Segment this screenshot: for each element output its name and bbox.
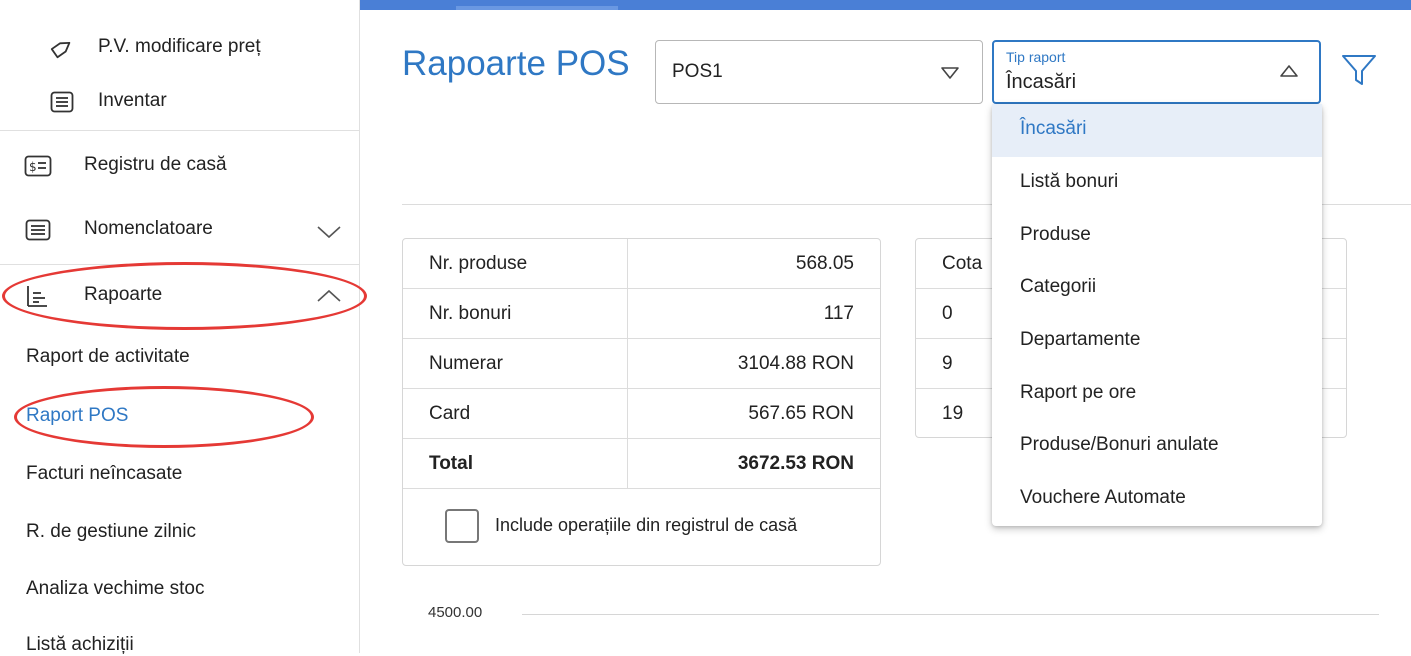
sidebar-subitem-gestiune-zilnic[interactable]: R. de gestiune zilnic bbox=[26, 521, 196, 543]
dropdown-option-vouchere-automate[interactable]: Vouchere Automate bbox=[992, 473, 1322, 526]
summary-label: Nr. produse bbox=[429, 253, 528, 274]
vat-rate: 19 bbox=[942, 403, 964, 424]
summary-label: Numerar bbox=[429, 353, 503, 374]
include-register-label: Include operațiile din registrul de casă bbox=[495, 515, 798, 535]
option-label: Departamente bbox=[1020, 329, 1141, 350]
report-type-value: Încasări bbox=[1006, 71, 1077, 93]
summary-card: Nr. produse 568.05 Nr. bonuri 117 Numera… bbox=[402, 238, 881, 566]
report-icon bbox=[24, 284, 50, 308]
sidebar-item-label: Registru de casă bbox=[84, 154, 227, 175]
include-register-checkbox[interactable] bbox=[445, 509, 479, 543]
option-label: Produse bbox=[1020, 224, 1091, 245]
list-icon bbox=[50, 90, 74, 114]
chevron-down-icon bbox=[940, 66, 960, 85]
option-label: Raport pe ore bbox=[1020, 382, 1137, 403]
summary-row: Nr. bonuri 117 bbox=[403, 289, 880, 339]
sidebar-divider bbox=[0, 130, 360, 131]
option-label: Listă bonuri bbox=[1020, 171, 1119, 192]
option-label: Categorii bbox=[1020, 276, 1097, 297]
cell-divider bbox=[627, 339, 628, 388]
top-app-bar bbox=[360, 0, 1411, 10]
sidebar-item-inventar[interactable]: Inventar bbox=[0, 82, 360, 122]
report-type-label: Tip raport bbox=[1006, 49, 1066, 65]
summary-value: 3104.88 RON bbox=[737, 353, 854, 374]
chevron-down-icon[interactable] bbox=[316, 224, 342, 240]
summary-value: 117 bbox=[823, 303, 854, 324]
summary-row: Numerar 3104.88 RON bbox=[403, 339, 880, 389]
sidebar-item-rapoarte[interactable]: Rapoarte bbox=[0, 276, 360, 316]
page-title: Rapoarte POS bbox=[402, 44, 630, 83]
chart-y-tick-label: 4500.00 bbox=[428, 604, 483, 621]
summary-label: Nr. bonuri bbox=[429, 303, 512, 324]
option-label: Produse/Bonuri anulate bbox=[1020, 434, 1219, 455]
summary-label: Card bbox=[429, 403, 471, 424]
sidebar-item-registru-de-casa[interactable]: $ Registru de casă bbox=[0, 146, 360, 186]
sidebar-subitem-vechime-stoc[interactable]: Analiza vechime stoc bbox=[26, 578, 204, 600]
filter-button[interactable] bbox=[1339, 50, 1379, 90]
dropdown-option-lista-bonuri[interactable]: Listă bonuri bbox=[992, 157, 1322, 210]
dropdown-option-departamente[interactable]: Departamente bbox=[992, 315, 1322, 368]
dropdown-option-incasari[interactable]: Încasări bbox=[992, 104, 1322, 157]
chevron-up-icon[interactable] bbox=[316, 288, 342, 304]
sidebar-divider bbox=[0, 264, 360, 265]
sidebar-item-nomenclatoare[interactable]: Nomenclatoare bbox=[0, 210, 360, 250]
pos-select-value: POS1 bbox=[672, 61, 723, 82]
pos-select[interactable]: POS1 bbox=[655, 40, 983, 104]
dropdown-option-produse[interactable]: Produse bbox=[992, 210, 1322, 263]
top-bar-tab-indicator bbox=[456, 6, 618, 10]
sidebar-item-label: Rapoarte bbox=[84, 284, 163, 305]
cell-divider bbox=[627, 289, 628, 338]
summary-value: 567.65 RON bbox=[748, 403, 854, 424]
sidebar-item-label: P.V. modificare preț bbox=[98, 36, 261, 57]
chevron-up-icon bbox=[1279, 64, 1299, 83]
summary-row: Card 567.65 RON bbox=[403, 389, 880, 439]
summary-value: 568.05 bbox=[795, 253, 854, 274]
tag-icon bbox=[50, 36, 74, 60]
vat-rate: 9 bbox=[942, 353, 953, 374]
summary-row-total: Total 3672.53 RON bbox=[403, 439, 880, 489]
sidebar-item-pv-modificare-pret[interactable]: P.V. modificare preț bbox=[0, 28, 360, 68]
sidebar-item-label: Inventar bbox=[98, 90, 167, 111]
report-type-dropdown: Încasări Listă bonuri Produse Categorii … bbox=[992, 104, 1322, 526]
summary-row: Nr. produse 568.05 bbox=[403, 239, 880, 289]
chart-gridline bbox=[522, 614, 1379, 615]
dropdown-option-categorii[interactable]: Categorii bbox=[992, 262, 1322, 315]
cell-divider bbox=[627, 239, 628, 288]
dropdown-option-raport-pe-ore[interactable]: Raport pe ore bbox=[992, 368, 1322, 421]
vat-header: Cota bbox=[942, 253, 983, 274]
sidebar: P.V. modificare preț Inventar $ Registru… bbox=[0, 0, 360, 655]
sidebar-item-label: Nomenclatoare bbox=[84, 218, 213, 239]
option-label: Vouchere Automate bbox=[1020, 487, 1186, 508]
dropdown-option-produse-bonuri-anulate[interactable]: Produse/Bonuri anulate bbox=[992, 420, 1322, 473]
cash-register-icon: $ bbox=[24, 154, 52, 178]
option-label: Încasări bbox=[1020, 118, 1087, 139]
cell-divider bbox=[627, 439, 628, 488]
summary-label: Total bbox=[429, 453, 473, 474]
summary-value: 3672.53 RON bbox=[737, 453, 854, 474]
filter-icon bbox=[1339, 55, 1379, 94]
vat-rate: 0 bbox=[942, 303, 953, 324]
sidebar-subitem-facturi-neincasate[interactable]: Facturi neîncasate bbox=[26, 463, 182, 485]
svg-text:$: $ bbox=[29, 160, 37, 174]
sidebar-subitem-raport-activitate[interactable]: Raport de activitate bbox=[26, 346, 190, 368]
cell-divider bbox=[627, 389, 628, 438]
sidebar-subitem-raport-pos[interactable]: Raport POS bbox=[26, 405, 128, 427]
report-type-select[interactable]: Tip raport Încasări bbox=[992, 40, 1321, 104]
list-icon bbox=[24, 218, 52, 242]
